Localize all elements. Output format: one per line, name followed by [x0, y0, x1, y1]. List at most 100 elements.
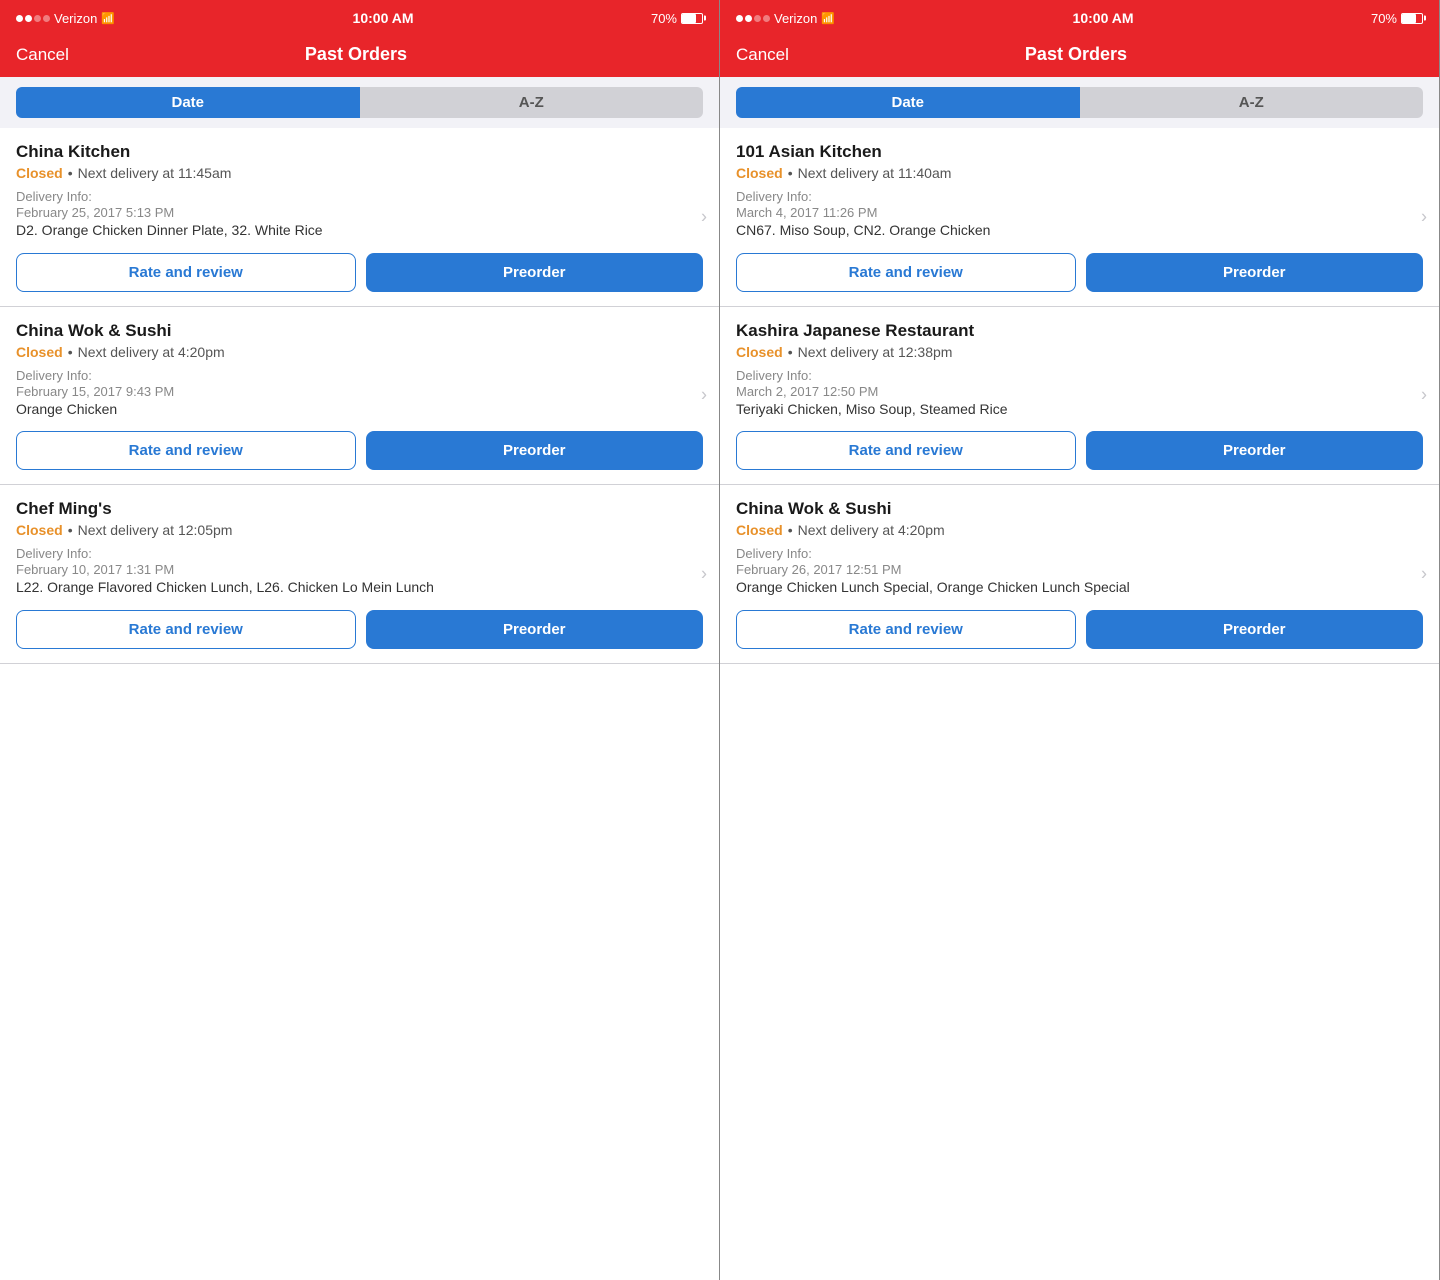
order-actions: Rate and review Preorder: [736, 253, 1423, 292]
wifi-icon: 📶: [101, 12, 115, 25]
signal-dot-4: [763, 15, 770, 22]
order-item: Kashira Japanese Restaurant Closed • Nex…: [720, 307, 1439, 486]
wifi-icon: 📶: [821, 12, 835, 25]
bullet: •: [68, 522, 73, 538]
segment-date[interactable]: Date: [16, 87, 360, 118]
closed-badge: Closed: [736, 344, 783, 360]
order-status-line: Closed • Next delivery at 4:20pm: [16, 344, 703, 360]
next-delivery: Next delivery at 12:05pm: [78, 522, 233, 538]
signal-dot-1: [16, 15, 23, 22]
closed-badge: Closed: [736, 165, 783, 181]
carrier-label: Verizon: [774, 11, 817, 26]
status-bar: Verizon 📶 10:00 AM 70%: [0, 0, 719, 36]
delivery-items: Orange Chicken: [16, 400, 703, 420]
panel-right: Verizon 📶 10:00 AM 70% Cancel Past Order…: [720, 0, 1440, 1280]
preorder-button[interactable]: Preorder: [366, 253, 704, 292]
signal-dot-2: [25, 15, 32, 22]
delivery-date: February 15, 2017 9:43 PM: [16, 384, 703, 399]
chevron-right-icon: ›: [1421, 206, 1427, 227]
signal-dot-2: [745, 15, 752, 22]
order-item: 101 Asian Kitchen Closed • Next delivery…: [720, 128, 1439, 307]
delivery-date: February 10, 2017 1:31 PM: [16, 562, 703, 577]
order-item: Chef Ming's Closed • Next delivery at 12…: [0, 485, 719, 664]
status-right: 70%: [1371, 11, 1423, 26]
segment-control: Date A-Z: [720, 77, 1439, 128]
order-name: Chef Ming's: [16, 499, 703, 519]
carrier-label: Verizon: [54, 11, 97, 26]
delivery-info-label: Delivery Info:: [736, 368, 1423, 383]
nav-bar: Cancel Past Orders: [720, 36, 1439, 77]
order-status-line: Closed • Next delivery at 4:20pm: [736, 522, 1423, 538]
battery-fill: [1402, 14, 1416, 23]
delivery-date: March 4, 2017 11:26 PM: [736, 205, 1423, 220]
segment-az[interactable]: A-Z: [360, 87, 704, 118]
battery-percent: 70%: [1371, 11, 1397, 26]
next-delivery: Next delivery at 4:20pm: [78, 344, 225, 360]
battery-fill: [682, 14, 696, 23]
delivery-items: D2. Orange Chicken Dinner Plate, 32. Whi…: [16, 221, 703, 241]
bullet: •: [788, 165, 793, 181]
signal-dot-4: [43, 15, 50, 22]
delivery-date: February 25, 2017 5:13 PM: [16, 205, 703, 220]
delivery-info-label: Delivery Info:: [16, 368, 703, 383]
page-title: Past Orders: [1025, 44, 1127, 65]
rate-and-review-button[interactable]: Rate and review: [16, 253, 356, 292]
status-bar: Verizon 📶 10:00 AM 70%: [720, 0, 1439, 36]
delivery-items: L22. Orange Flavored Chicken Lunch, L26.…: [16, 578, 703, 598]
rate-and-review-button[interactable]: Rate and review: [736, 610, 1076, 649]
bullet: •: [788, 344, 793, 360]
order-name: Kashira Japanese Restaurant: [736, 321, 1423, 341]
preorder-button[interactable]: Preorder: [1086, 610, 1424, 649]
order-actions: Rate and review Preorder: [16, 610, 703, 649]
segment-az[interactable]: A-Z: [1080, 87, 1424, 118]
bullet: •: [788, 522, 793, 538]
orders-list: China Kitchen Closed • Next delivery at …: [0, 128, 719, 1280]
next-delivery: Next delivery at 12:38pm: [798, 344, 953, 360]
order-actions: Rate and review Preorder: [736, 431, 1423, 470]
order-item: China Kitchen Closed • Next delivery at …: [0, 128, 719, 307]
segment-control: Date A-Z: [0, 77, 719, 128]
order-name: 101 Asian Kitchen: [736, 142, 1423, 162]
closed-badge: Closed: [16, 344, 63, 360]
cancel-button[interactable]: Cancel: [16, 45, 69, 65]
cancel-button[interactable]: Cancel: [736, 45, 789, 65]
delivery-info-label: Delivery Info:: [16, 189, 703, 204]
chevron-right-icon: ›: [1421, 385, 1427, 406]
preorder-button[interactable]: Preorder: [366, 610, 704, 649]
status-time: 10:00 AM: [1073, 10, 1134, 26]
status-time: 10:00 AM: [353, 10, 414, 26]
bullet: •: [68, 344, 73, 360]
signal-dot-3: [754, 15, 761, 22]
rate-and-review-button[interactable]: Rate and review: [16, 431, 356, 470]
preorder-button[interactable]: Preorder: [1086, 253, 1424, 292]
rate-and-review-button[interactable]: Rate and review: [736, 431, 1076, 470]
closed-badge: Closed: [16, 165, 63, 181]
bullet: •: [68, 165, 73, 181]
preorder-button[interactable]: Preorder: [1086, 431, 1424, 470]
order-item: China Wok & Sushi Closed • Next delivery…: [720, 485, 1439, 664]
order-actions: Rate and review Preorder: [16, 431, 703, 470]
next-delivery: Next delivery at 4:20pm: [798, 522, 945, 538]
order-name: China Wok & Sushi: [16, 321, 703, 341]
signal-dot-1: [736, 15, 743, 22]
status-right: 70%: [651, 11, 703, 26]
preorder-button[interactable]: Preorder: [366, 431, 704, 470]
rate-and-review-button[interactable]: Rate and review: [16, 610, 356, 649]
delivery-info-label: Delivery Info:: [736, 546, 1423, 561]
delivery-items: Orange Chicken Lunch Special, Orange Chi…: [736, 578, 1423, 598]
battery-bar: [681, 13, 703, 24]
order-status-line: Closed • Next delivery at 11:45am: [16, 165, 703, 181]
signal-dot-3: [34, 15, 41, 22]
rate-and-review-button[interactable]: Rate and review: [736, 253, 1076, 292]
page-title: Past Orders: [305, 44, 407, 65]
order-actions: Rate and review Preorder: [736, 610, 1423, 649]
segment-date[interactable]: Date: [736, 87, 1080, 118]
order-status-line: Closed • Next delivery at 12:38pm: [736, 344, 1423, 360]
closed-badge: Closed: [736, 522, 783, 538]
next-delivery: Next delivery at 11:40am: [798, 165, 952, 181]
panel-left: Verizon 📶 10:00 AM 70% Cancel Past Order…: [0, 0, 720, 1280]
orders-list: 101 Asian Kitchen Closed • Next delivery…: [720, 128, 1439, 1280]
order-status-line: Closed • Next delivery at 11:40am: [736, 165, 1423, 181]
battery-icon: [1401, 13, 1423, 24]
battery-bar: [1401, 13, 1423, 24]
